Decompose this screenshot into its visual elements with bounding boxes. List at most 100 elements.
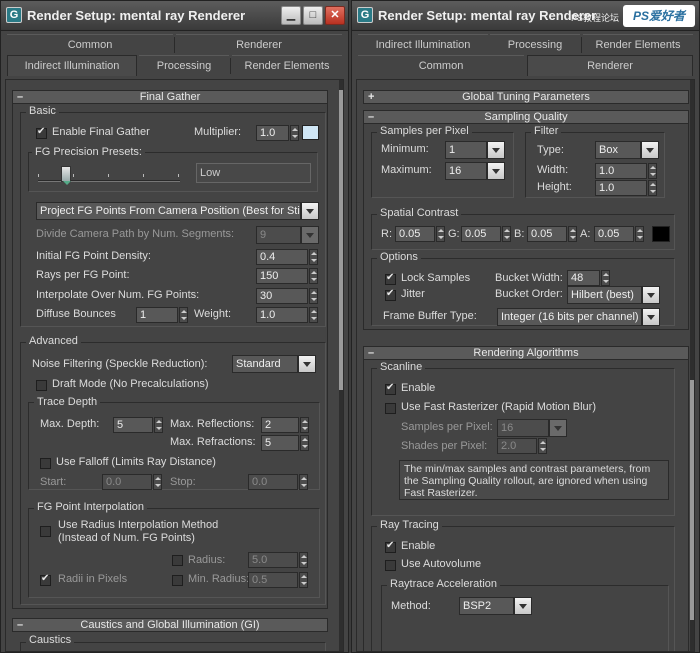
tab-processing[interactable]: Processing (490, 34, 580, 55)
tab-processing[interactable]: Processing (139, 55, 229, 76)
spinner-arrows[interactable] (309, 249, 318, 265)
spinner-arrows[interactable] (299, 572, 308, 588)
scanline-enable-checkbox[interactable] (385, 382, 396, 395)
enable-final-gather-checkbox[interactable] (36, 126, 47, 139)
radii-pixels-checkbox[interactable] (40, 573, 51, 586)
chevron-down-icon[interactable] (642, 308, 660, 326)
jitter-checkbox[interactable] (385, 288, 396, 301)
scrollbar-thumb[interactable] (339, 90, 343, 390)
spinner-arrows[interactable] (568, 226, 577, 242)
close-button[interactable]: ✕ (325, 6, 345, 25)
multiplier-spinner[interactable]: 1.0 (256, 125, 299, 141)
chevron-down-icon[interactable] (514, 597, 532, 615)
spinner-arrows[interactable] (299, 474, 308, 490)
minimize-button[interactable]: ▁ (281, 6, 301, 25)
tab-indirect-illumination[interactable]: Indirect Illumination (7, 55, 137, 76)
spinner-arrows[interactable] (309, 288, 318, 304)
contrast-r-spinner[interactable]: 0.05 (395, 226, 445, 242)
maximum-dropdown[interactable]: 16 (445, 162, 505, 180)
diffuse-bounces-spinner[interactable]: 1 (136, 307, 188, 323)
contrast-g-spinner[interactable]: 0.05 (461, 226, 511, 242)
filter-width-spinner[interactable]: 1.0 (595, 163, 657, 179)
radius-method-checkbox[interactable] (40, 526, 51, 537)
title-bar[interactable]: G Render Setup: mental ray Renderer ▁ □ … (1, 1, 348, 31)
spinner-arrows[interactable] (300, 417, 309, 433)
spinner-arrows[interactable] (601, 270, 610, 286)
spinner-arrows[interactable] (502, 226, 511, 242)
shades-per-pixel-spinner[interactable]: 2.0 (497, 438, 547, 454)
rays-per-fg-spinner[interactable]: 150 (256, 268, 318, 284)
spinner-arrows[interactable] (179, 307, 188, 323)
min-radius-spinner[interactable]: 0.5 (248, 572, 308, 588)
divide-segments-dropdown[interactable]: 9 (256, 226, 319, 244)
start-spinner[interactable]: 0.0 (102, 474, 162, 490)
chevron-down-icon[interactable] (301, 226, 319, 244)
title-bar[interactable]: G Render Setup: mental ray Renderer PS教程… (352, 1, 699, 31)
presets-slider-knob[interactable] (61, 166, 72, 185)
contrast-b-spinner[interactable]: 0.05 (527, 226, 577, 242)
draft-mode-checkbox[interactable] (36, 380, 47, 391)
presets-slider-track[interactable] (38, 180, 180, 182)
rollout-header-global-tuning[interactable]: + Global Tuning Parameters (363, 90, 689, 104)
max-depth-spinner[interactable]: 5 (113, 417, 163, 433)
spinner-arrows[interactable] (648, 163, 657, 179)
max-refractions-spinner[interactable]: 5 (261, 435, 309, 451)
spinner-arrows[interactable] (635, 226, 644, 242)
method-dropdown[interactable]: BSP2 (459, 597, 532, 615)
lock-samples-checkbox[interactable] (385, 272, 396, 285)
spinner-arrows[interactable] (290, 125, 299, 141)
noise-filtering-dropdown[interactable]: Standard (232, 355, 316, 373)
rasterizer-spp-dropdown[interactable]: 16 (497, 419, 567, 437)
tab-indirect-illumination[interactable]: Indirect Illumination (358, 34, 488, 55)
spinner-arrows[interactable] (538, 438, 547, 454)
chevron-down-icon[interactable] (487, 162, 505, 180)
scrollbar-thumb[interactable] (690, 380, 694, 620)
use-falloff-checkbox[interactable] (40, 458, 51, 469)
chevron-down-icon[interactable] (487, 141, 505, 159)
weight-spinner[interactable]: 1.0 (256, 307, 318, 323)
spinner-arrows[interactable] (309, 307, 318, 323)
scrollbar[interactable] (339, 80, 343, 651)
spinner-arrows[interactable] (648, 180, 657, 196)
rollout-header-sampling-quality[interactable]: – Sampling Quality (363, 110, 689, 124)
min-radius-checkbox[interactable] (172, 575, 183, 586)
filter-type-dropdown[interactable]: Box (595, 141, 659, 159)
tab-renderer[interactable]: Renderer (176, 34, 342, 55)
radius-checkbox[interactable] (172, 555, 183, 566)
chevron-down-icon[interactable] (301, 202, 319, 220)
raytrace-enable-checkbox[interactable] (385, 540, 396, 553)
spinner-arrows[interactable] (153, 474, 162, 490)
tab-common[interactable]: Common (7, 34, 173, 55)
interpolate-spinner[interactable]: 30 (256, 288, 318, 304)
max-reflections-spinner[interactable]: 2 (261, 417, 309, 433)
chevron-down-icon[interactable] (642, 286, 660, 304)
contrast-a-spinner[interactable]: 0.05 (594, 226, 644, 242)
chevron-down-icon[interactable] (298, 355, 316, 373)
rollout-header-rendering-algorithms[interactable]: – Rendering Algorithms (363, 346, 689, 360)
minimum-dropdown[interactable]: 1 (445, 141, 505, 159)
tab-common[interactable]: Common (358, 55, 524, 76)
spinner-arrows[interactable] (309, 268, 318, 284)
chevron-down-icon[interactable] (641, 141, 659, 159)
bucket-width-spinner[interactable]: 48 (567, 270, 610, 286)
fast-rasterizer-checkbox[interactable] (385, 403, 396, 414)
fg-density-spinner[interactable]: 0.4 (256, 249, 318, 265)
spinner-arrows[interactable] (154, 417, 163, 433)
rollout-header-final-gather[interactable]: – Final Gather (12, 90, 328, 104)
tab-render-elements[interactable]: Render Elements (232, 55, 342, 76)
tab-renderer[interactable]: Renderer (527, 55, 693, 76)
contrast-color-swatch[interactable] (652, 226, 670, 242)
chevron-down-icon[interactable] (549, 419, 567, 437)
radius-spinner[interactable]: 5.0 (248, 552, 308, 568)
spinner-arrows[interactable] (436, 226, 445, 242)
tab-render-elements[interactable]: Render Elements (583, 34, 693, 55)
spinner-arrows[interactable] (299, 552, 308, 568)
frame-buffer-dropdown[interactable]: Integer (16 bits per channel) (497, 308, 660, 326)
rollout-header-caustics-gi[interactable]: – Caustics and Global Illumination (GI) (12, 618, 328, 632)
bucket-order-dropdown[interactable]: Hilbert (best) (567, 286, 660, 304)
spinner-arrows[interactable] (300, 435, 309, 451)
scrollbar[interactable] (690, 80, 694, 651)
maximize-button[interactable]: □ (303, 6, 323, 25)
autovolume-checkbox[interactable] (385, 560, 396, 571)
multiplier-color-swatch[interactable] (302, 125, 319, 140)
